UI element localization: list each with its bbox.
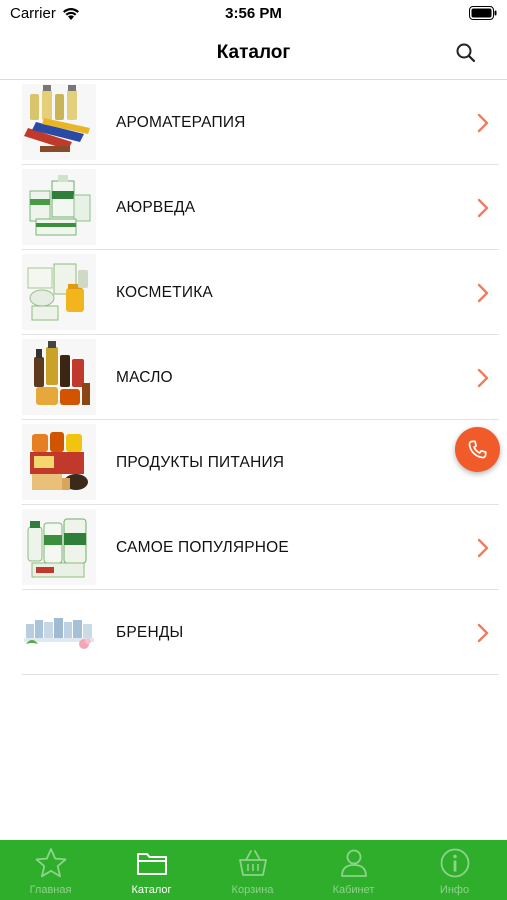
- brands-products-photo: [22, 594, 96, 670]
- tab-label: Корзина: [231, 884, 274, 896]
- chevron-right-icon: [477, 198, 489, 218]
- tab-bar: Главная Каталог Корзина Кабинет Инфо: [0, 840, 507, 900]
- tab-cart[interactable]: Корзина: [202, 840, 303, 900]
- tab-catalog[interactable]: Каталог: [101, 840, 202, 900]
- person-icon: [341, 849, 367, 877]
- chevron-right-icon: [477, 623, 489, 643]
- status-bar: Carrier 3:56 PM: [0, 0, 507, 28]
- tab-label: Кабинет: [332, 884, 375, 896]
- catalog-item-label: БРЕНДЫ: [116, 624, 184, 641]
- catalog-item-label: АРОМАТЕРАПИЯ: [116, 114, 246, 131]
- chevron-right-icon: [477, 538, 489, 558]
- divider: [22, 674, 499, 675]
- info-icon: [440, 848, 470, 878]
- navigation-bar: Каталог: [0, 28, 507, 80]
- catalog-item-food-products[interactable]: ПРОДУКТЫ ПИТАНИЯ: [0, 420, 507, 505]
- chevron-right-icon: [477, 368, 489, 388]
- tab-home[interactable]: Главная: [0, 840, 101, 900]
- tab-info[interactable]: Инфо: [404, 840, 505, 900]
- catalog-item-label: МАСЛО: [116, 369, 173, 386]
- catalog-item-label: КОСМЕТИКА: [116, 284, 213, 301]
- tab-label: Инфо: [439, 884, 470, 896]
- catalog-item-oil[interactable]: МАСЛО: [0, 335, 507, 420]
- cosmetics-products-photo: [22, 254, 96, 330]
- catalog-item-label: САМОЕ ПОПУЛЯРНОЕ: [116, 539, 289, 556]
- phone-icon: [468, 440, 487, 459]
- battery-icon: [469, 6, 497, 20]
- ayurveda-products-photo: [22, 169, 96, 245]
- tab-label: Каталог: [131, 884, 172, 896]
- catalog-item-brands[interactable]: БРЕНДЫ: [0, 590, 507, 675]
- search-icon[interactable]: [455, 42, 477, 64]
- basket-icon: [239, 850, 267, 876]
- oil-products-photo: [22, 339, 96, 415]
- catalog-item-most-popular[interactable]: САМОЕ ПОПУЛЯРНОЕ: [0, 505, 507, 590]
- tab-label: Главная: [29, 884, 72, 896]
- chevron-right-icon: [477, 113, 489, 133]
- catalog-item-label: АЮРВЕДА: [116, 199, 196, 216]
- tab-account[interactable]: Кабинет: [303, 840, 404, 900]
- aromatherapy-products-photo: [22, 84, 96, 160]
- folder-icon: [137, 853, 167, 875]
- catalog-item-aromatherapy[interactable]: АРОМАТЕРАПИЯ: [0, 80, 507, 165]
- page-title: Каталог: [216, 42, 291, 63]
- chevron-right-icon: [477, 283, 489, 303]
- catalog-item-ayurveda[interactable]: АЮРВЕДА: [0, 165, 507, 250]
- catalog-item-label: ПРОДУКТЫ ПИТАНИЯ: [116, 454, 285, 471]
- call-button[interactable]: [455, 427, 500, 472]
- star-icon: [35, 848, 67, 878]
- catalog-item-cosmetics[interactable]: КОСМЕТИКА: [0, 250, 507, 335]
- popular-products-photo: [22, 509, 96, 585]
- clock: 3:56 PM: [225, 5, 282, 22]
- food-products-photo: [22, 424, 96, 500]
